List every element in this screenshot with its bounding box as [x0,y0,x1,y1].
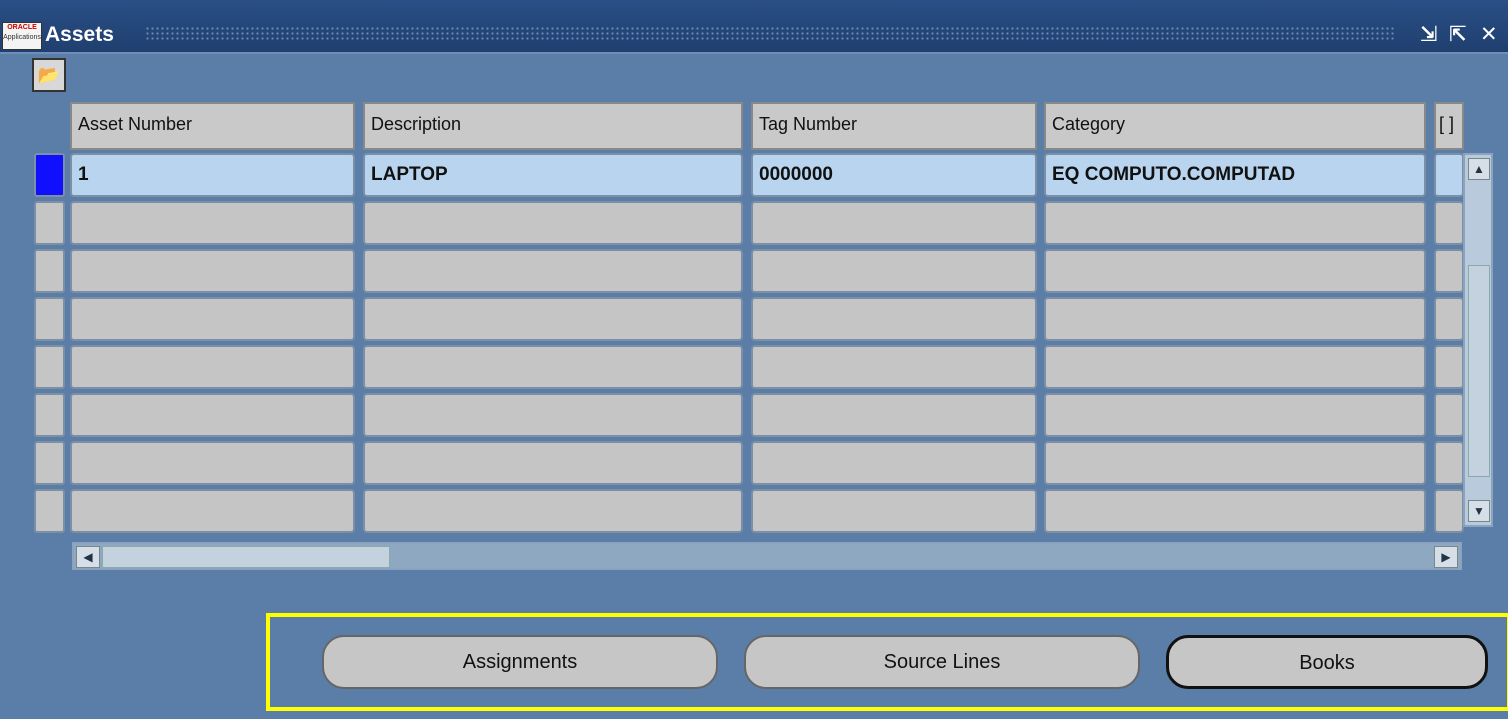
tag-number-cell[interactable] [751,201,1037,245]
row-selector[interactable] [34,249,65,293]
category-cell[interactable] [1044,489,1426,533]
books-button[interactable]: Books [1166,635,1488,689]
tag-number-cell[interactable] [751,249,1037,293]
close-icon[interactable]: ✕ [1480,22,1498,46]
tag-number-cell[interactable] [751,393,1037,437]
description-cell[interactable] [363,249,743,293]
column-header-category[interactable]: Category [1044,102,1426,150]
scroll-right-icon[interactable]: ▶ [1434,546,1458,568]
asset-number-cell[interactable] [70,441,355,485]
extra-cell[interactable] [1434,489,1464,533]
row-selector[interactable] [34,345,65,389]
row-selector[interactable] [34,393,65,437]
category-cell[interactable] [1044,441,1426,485]
column-header-asset-number[interactable]: Asset Number [70,102,355,150]
description-cell[interactable] [363,297,743,341]
scroll-down-icon[interactable]: ▼ [1468,500,1490,522]
scroll-up-icon[interactable]: ▲ [1468,158,1490,180]
assets-window: ORACLE Applications Assets ⇲ ⇱ ✕ 📂 Asset … [0,0,1508,719]
extra-cell[interactable] [1434,441,1464,485]
row-selector[interactable] [34,441,65,485]
description-cell[interactable] [363,489,743,533]
asset-number-cell[interactable] [70,201,355,245]
extra-cell[interactable] [1434,297,1464,341]
vertical-scrollbar[interactable]: ▲ ▼ [1463,153,1493,527]
asset-number-cell[interactable]: 1 [70,153,355,197]
tag-number-cell[interactable] [751,489,1037,533]
extra-cell[interactable] [1434,201,1464,245]
category-cell[interactable] [1044,249,1426,293]
vertical-scroll-thumb[interactable] [1468,265,1490,477]
row-selector[interactable] [34,153,65,197]
extra-cell[interactable] [1434,345,1464,389]
horizontal-scrollbar[interactable]: ◀ ▶ [72,542,1462,570]
category-cell[interactable] [1044,393,1426,437]
asset-number-cell[interactable] [70,393,355,437]
description-cell[interactable] [363,441,743,485]
row-selector[interactable] [34,489,65,533]
category-cell[interactable]: EQ COMPUTO.COMPUTAD [1044,153,1426,197]
tag-number-cell[interactable]: 0000000 [751,153,1037,197]
description-cell[interactable] [363,345,743,389]
open-folder-button[interactable]: 📂 [32,58,66,92]
asset-number-cell[interactable] [70,249,355,293]
scroll-left-icon[interactable]: ◀ [76,546,100,568]
title-bar[interactable]: ORACLE Applications Assets ⇲ ⇱ ✕ [0,0,1508,54]
asset-number-cell[interactable] [70,297,355,341]
row-selector[interactable] [34,297,65,341]
tag-number-cell[interactable] [751,345,1037,389]
column-header-extra[interactable]: [ ] [1434,102,1464,150]
minimize-icon[interactable]: ⇲ [1420,22,1438,46]
extra-cell[interactable] [1434,393,1464,437]
folder-open-icon: 📂 [37,64,61,85]
oracle-logo-icon: ORACLE Applications [2,22,42,50]
category-cell[interactable] [1044,345,1426,389]
tag-number-cell[interactable] [751,441,1037,485]
title-bar-pattern [145,26,1395,42]
extra-cell[interactable] [1434,153,1464,197]
description-cell[interactable] [363,393,743,437]
horizontal-scroll-thumb[interactable] [102,546,390,568]
category-cell[interactable] [1044,201,1426,245]
row-selector[interactable] [34,201,65,245]
category-cell[interactable] [1044,297,1426,341]
window-title: Assets [45,23,114,46]
asset-number-cell[interactable] [70,489,355,533]
column-header-tag-number[interactable]: Tag Number [751,102,1037,150]
maximize-icon[interactable]: ⇱ [1449,22,1467,46]
assignments-button[interactable]: Assignments [322,635,718,689]
tag-number-cell[interactable] [751,297,1037,341]
description-cell[interactable] [363,201,743,245]
description-cell[interactable]: LAPTOP [363,153,743,197]
asset-number-cell[interactable] [70,345,355,389]
source-lines-button[interactable]: Source Lines [744,635,1140,689]
extra-cell[interactable] [1434,249,1464,293]
column-header-description[interactable]: Description [363,102,743,150]
